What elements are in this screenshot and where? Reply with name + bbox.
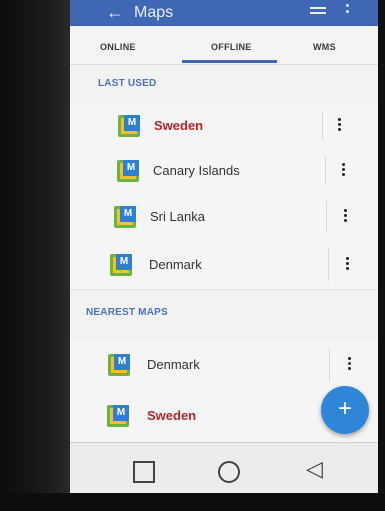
arrow-left-icon[interactable]: ← xyxy=(106,2,124,22)
list-item[interactable]: M Denmark xyxy=(70,340,378,391)
map-logo-icon: M xyxy=(107,405,129,427)
map-name: Denmark xyxy=(147,357,200,372)
map-logo-icon: M xyxy=(110,253,132,276)
triangle-back-icon[interactable]: ◁ xyxy=(306,457,323,481)
app-screen: ← Maps ONLINE OFFLINE WMS LAST USED M Sw… xyxy=(70,0,378,493)
map-name: Denmark xyxy=(149,256,202,272)
device-frame-left xyxy=(0,0,70,511)
tab-indicator xyxy=(182,60,277,63)
map-logo-icon: M xyxy=(114,205,136,228)
more-vert-icon[interactable] xyxy=(346,4,350,16)
system-nav-bar: ◁ xyxy=(70,442,378,493)
tab-online[interactable]: ONLINE xyxy=(100,42,136,52)
page-title: Maps xyxy=(134,4,174,21)
more-vert-icon[interactable] xyxy=(338,162,348,179)
tab-offline[interactable]: OFFLINE xyxy=(211,42,252,52)
tab-wms[interactable]: WMS xyxy=(313,42,336,52)
list-item[interactable]: M Sri Lanka xyxy=(70,193,378,241)
map-name: Canary Islands xyxy=(153,162,240,178)
section-last-used: LAST USED xyxy=(98,78,157,89)
list-item[interactable]: M Denmark xyxy=(70,240,378,290)
device-frame-right xyxy=(377,0,385,511)
app-toolbar: ← Maps xyxy=(70,0,378,26)
more-vert-icon[interactable] xyxy=(342,256,352,273)
divider xyxy=(326,201,327,232)
map-logo-icon: M xyxy=(108,354,130,376)
more-vert-icon[interactable] xyxy=(340,208,350,225)
square-icon[interactable] xyxy=(133,461,155,483)
map-name: Sweden xyxy=(147,408,197,423)
list-item[interactable]: M Canary Islands xyxy=(70,148,378,194)
add-map-button[interactable]: + xyxy=(321,386,369,434)
map-logo-icon: M xyxy=(117,159,139,182)
divider xyxy=(322,112,323,140)
more-vert-icon[interactable] xyxy=(334,118,344,134)
more-vert-icon[interactable] xyxy=(344,357,354,373)
list-item[interactable]: M Sweden xyxy=(70,104,378,149)
map-name: Sweden xyxy=(154,118,204,133)
map-logo-icon: M xyxy=(118,115,140,137)
section-nearest-maps: NEAREST MAPS xyxy=(86,307,168,318)
device-frame-bottom xyxy=(0,493,385,511)
divider xyxy=(329,348,330,382)
circle-icon[interactable] xyxy=(218,461,240,483)
map-name: Sri Lanka xyxy=(150,208,205,224)
divider xyxy=(328,248,329,281)
list-icon[interactable] xyxy=(310,7,326,19)
divider xyxy=(325,156,326,185)
